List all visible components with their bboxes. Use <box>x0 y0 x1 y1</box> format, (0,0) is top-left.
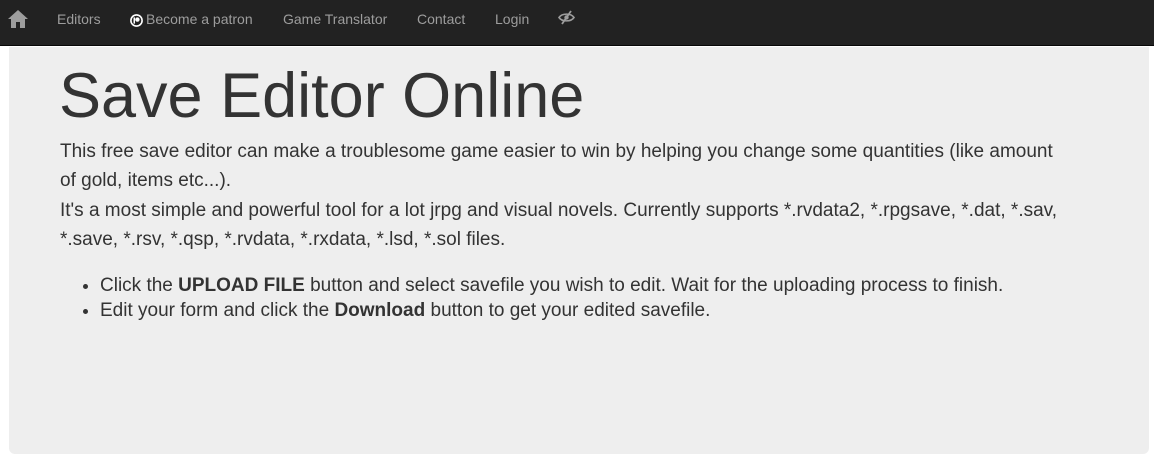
step-text-after: button to get your edited savefile. <box>425 300 711 321</box>
list-item: Edit your form and click the Download bu… <box>100 298 1060 323</box>
eye-slash-icon[interactable] <box>558 10 575 25</box>
nav-contact[interactable]: Contact <box>417 10 465 28</box>
list-item: Click the UPLOAD FILE button and select … <box>100 273 1060 298</box>
step-bold: Download <box>334 300 426 321</box>
navbar: Editors Become a patron Game Translator … <box>0 0 1154 46</box>
nav-become-patron-label: Become a patron <box>146 11 253 27</box>
nav-login[interactable]: Login <box>495 10 529 28</box>
step-text-before: Edit your form and click the <box>100 300 335 321</box>
step-text-before: Click the <box>100 275 179 296</box>
instructions-list: Click the UPLOAD FILE button and select … <box>60 273 1060 323</box>
step-text-after: button and select savefile you wish to e… <box>304 275 1004 296</box>
nav-game-translator[interactable]: Game Translator <box>283 10 387 28</box>
patreon-icon <box>130 13 143 27</box>
page-title: Save Editor Online <box>59 61 585 131</box>
intro-paragraph: This free save editor can make a trouble… <box>60 141 1053 191</box>
step-bold: UPLOAD FILE <box>178 275 305 296</box>
home-icon[interactable] <box>7 9 29 29</box>
supported-formats-paragraph: It's a most simple and powerful tool for… <box>60 200 1058 250</box>
nav-editors[interactable]: Editors <box>57 10 101 28</box>
nav-become-patron[interactable]: Become a patron <box>130 10 253 28</box>
